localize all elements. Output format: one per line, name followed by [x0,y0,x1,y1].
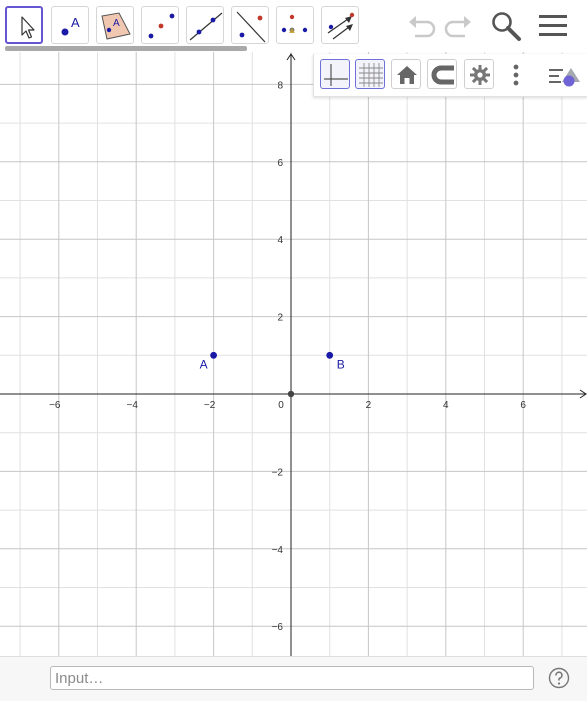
point-icon: A [61,15,80,36]
search-button[interactable] [490,10,522,42]
line-icon [189,12,223,41]
x-tick-label: 4 [443,400,449,411]
origin-point [287,390,295,398]
point-b [326,351,334,359]
magnet-icon [431,65,454,85]
toolbar-scrollbar[interactable] [5,46,247,51]
point-capturing-button[interactable] [427,59,457,89]
main-menu-button[interactable] [538,10,570,42]
axes-icon [324,64,348,86]
point-tool[interactable]: A [51,6,89,44]
y-tick-label: −2 [272,467,284,478]
angle-icon [281,14,308,33]
perpendicular-line-tool[interactable] [231,6,269,44]
points-layer: AB [200,351,345,398]
y-tick-label: 8 [277,80,283,91]
redo-icon [444,16,471,38]
point-tool-label: A [71,15,80,30]
hamburger-menu-icon [539,15,567,36]
algebra-view-icon [549,68,580,87]
cursor-arrow-icon [21,16,35,39]
gear-icon [470,65,490,85]
two-points-icon [148,13,175,39]
y-tick-label: −4 [272,545,284,556]
search-icon [492,12,521,41]
more-options-button[interactable] [500,59,530,89]
x-tick-label: 0 [278,400,284,411]
y-tick-label: 2 [277,313,283,324]
line-tool[interactable] [186,6,224,44]
x-tick-label: −4 [126,400,138,411]
vertical-dots-icon [513,64,519,86]
x-tick-label: −6 [49,400,61,411]
point-a [210,351,218,359]
home-icon [397,66,417,84]
point-label-b: B [337,357,345,371]
grid-icon [359,63,383,87]
graphics-view[interactable]: −6 −4 −2 0 2 4 68642−2−4−6 AB [0,0,587,656]
point-label-a: A [200,357,208,371]
toggle-grid-button[interactable] [355,59,385,89]
toggle-axes-button[interactable] [320,59,350,89]
input-bar [0,656,587,701]
graphics-settings-button[interactable] [464,59,494,89]
vector-icon [327,12,355,40]
redo-button[interactable] [443,10,475,42]
standard-view-button[interactable] [391,59,421,89]
major-grid [0,0,587,656]
y-tick-label: 6 [277,158,283,169]
undo-button[interactable] [405,10,437,42]
move-tool[interactable] [5,6,43,44]
polygon-tool[interactable]: A [96,6,134,44]
vector-tool[interactable] [321,6,359,44]
graphics-style-bar [313,54,587,97]
tick-labels: −6 −4 −2 0 2 4 6 8 6 4 2 −2 −4 −6 [49,80,526,633]
two-points-tool[interactable] [141,6,179,44]
x-tick-label: −2 [204,400,216,411]
algebra-input-field[interactable] [50,666,534,690]
perpendicular-line-icon [236,11,266,43]
input-help-button[interactable] [548,667,570,689]
undo-icon [409,16,436,38]
toolbar: A A [0,0,587,52]
question-mark-icon [548,667,570,689]
algebra-toggle-button[interactable] [546,59,582,89]
polygon-icon: A [101,12,131,40]
x-tick-label: 6 [520,400,526,411]
x-tick-label: 2 [366,400,372,411]
y-tick-label: 4 [277,235,283,246]
angle-tool[interactable] [276,6,314,44]
y-tick-label: −6 [272,622,284,633]
polygon-tool-label: A [113,18,120,29]
minor-grid [0,0,587,656]
